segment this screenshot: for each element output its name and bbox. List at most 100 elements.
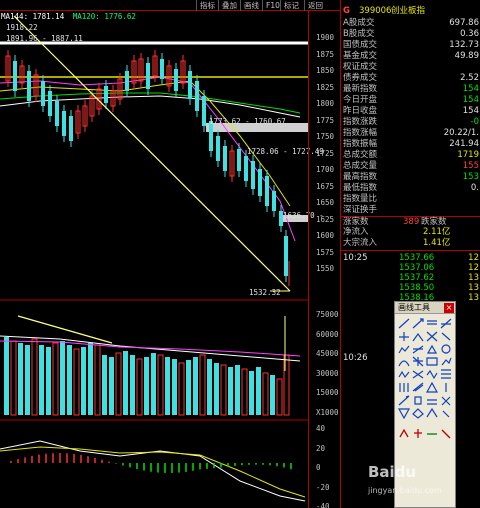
overlay-button[interactable]: 叠加 bbox=[218, 0, 240, 11]
drawing-tool-icon[interactable] bbox=[398, 382, 410, 393]
candle-body bbox=[272, 191, 276, 211]
candle-body bbox=[69, 116, 73, 141]
quote-value: 0. bbox=[470, 183, 479, 193]
tick-volume: 13 bbox=[468, 293, 479, 303]
quote-row: 国债成交 132.73 bbox=[341, 40, 480, 51]
drawing-tool-icon[interactable] bbox=[426, 382, 438, 393]
y-tick-label: 1675 bbox=[316, 181, 335, 191]
y-tick-label: 60000 bbox=[316, 329, 339, 339]
drawing-tool-icon[interactable] bbox=[412, 369, 424, 380]
quote-label: 总成交额 bbox=[343, 150, 378, 160]
quote-row: 指数涨幅 20.22/1. bbox=[341, 128, 480, 139]
mark-button[interactable]: 标记 bbox=[280, 0, 302, 11]
candle-body bbox=[174, 69, 178, 91]
drawing-tool-icon[interactable] bbox=[398, 344, 410, 355]
drawing-tool-icon[interactable] bbox=[440, 369, 452, 380]
drawing-tool-icon[interactable] bbox=[398, 318, 410, 329]
drawing-tool-icon[interactable] bbox=[412, 395, 424, 406]
axis-divider bbox=[308, 11, 309, 508]
volume-bar bbox=[88, 343, 93, 415]
volume-bar bbox=[136, 358, 143, 416]
drawing-tool-icon[interactable] bbox=[398, 356, 410, 367]
quote-label: 指数涨跌 bbox=[343, 117, 378, 127]
quote-value: 154 bbox=[462, 84, 479, 94]
volume-bar bbox=[39, 345, 44, 415]
candle-body bbox=[125, 71, 129, 91]
drawing-tool-icon[interactable] bbox=[426, 331, 438, 342]
quote-label: A股成交 bbox=[343, 18, 375, 28]
drawing-tool-icon[interactable] bbox=[440, 428, 452, 439]
drawing-tool-icon[interactable] bbox=[412, 344, 424, 355]
drawing-tool-icon[interactable] bbox=[426, 428, 438, 439]
drawing-tool-icon[interactable] bbox=[426, 395, 438, 406]
drawing-tool-icon[interactable] bbox=[398, 369, 410, 380]
kline-chart[interactable] bbox=[0, 11, 340, 508]
kline-chart-canvas bbox=[0, 15, 308, 502]
y-tick-label: 1725 bbox=[316, 148, 335, 158]
watermark-url: jingyan.baidu.com bbox=[368, 486, 442, 495]
quote-row: 最高指数 153 bbox=[341, 172, 480, 183]
drawing-tool-icon[interactable] bbox=[440, 408, 452, 419]
drawing-tool-icon[interactable] bbox=[426, 318, 438, 329]
drawing-tool-icon[interactable] bbox=[426, 356, 438, 367]
volume-bar bbox=[46, 347, 51, 415]
range-top-label: 1891.96 - 1887.11 bbox=[6, 34, 83, 43]
drawing-tool-icon[interactable] bbox=[440, 331, 452, 342]
drawing-tool-icon[interactable] bbox=[398, 428, 410, 439]
big-inflow-label: 大宗流入 bbox=[343, 238, 378, 248]
quote-value: 241.94 bbox=[449, 139, 479, 149]
quote-label: 权证成交 bbox=[343, 62, 378, 72]
quote-value: 697.86 bbox=[449, 18, 479, 28]
candle-body bbox=[195, 81, 199, 111]
drawing-tool-icon[interactable] bbox=[412, 428, 424, 439]
quote-row: 指数量比 bbox=[341, 194, 480, 205]
quote-label: 指数量比 bbox=[343, 194, 378, 204]
drawing-tool-icon[interactable] bbox=[412, 318, 424, 329]
quote-label: 深证换手 bbox=[343, 205, 378, 215]
quote-value: 154 bbox=[462, 95, 479, 105]
quote-row: 指数振幅 241.94 bbox=[341, 139, 480, 150]
panel-header: G 399006 创业板指 bbox=[341, 6, 480, 17]
drawing-tool-icon[interactable] bbox=[398, 407, 410, 419]
close-icon[interactable]: × bbox=[444, 303, 454, 313]
y-tick-label: 30000 bbox=[316, 368, 339, 378]
drawing-tool-icon[interactable] bbox=[440, 356, 452, 367]
drawing-tool-icon[interactable] bbox=[426, 344, 438, 355]
draw-line-button[interactable]: 画线 bbox=[240, 0, 262, 11]
drawing-tool-icon[interactable] bbox=[412, 407, 424, 419]
drawing-tool-icon[interactable] bbox=[412, 382, 424, 393]
big-inflow-row: 大宗流入 1.41亿 bbox=[341, 238, 480, 249]
drawing-tool-icon[interactable] bbox=[440, 344, 452, 355]
volume-bar bbox=[207, 359, 212, 415]
low-price-label: 1532.32 bbox=[249, 288, 281, 297]
indicator-button[interactable]: 指标 bbox=[196, 0, 218, 11]
drawing-tool-icon[interactable] bbox=[412, 331, 424, 342]
quote-label: 基金成交 bbox=[343, 51, 378, 61]
candle-body bbox=[244, 156, 248, 181]
volume-bar bbox=[81, 347, 86, 415]
volume-bar bbox=[172, 359, 177, 415]
range-mid-label: 1773.62 - 1760.67 bbox=[209, 117, 286, 126]
quote-row: 总成交额 1719 bbox=[341, 150, 480, 161]
y-tick-label: 0 bbox=[316, 463, 321, 472]
drawing-tool-icon[interactable] bbox=[440, 395, 452, 406]
y-tick-label: 1875 bbox=[316, 49, 335, 59]
drawing-tool-icon[interactable] bbox=[426, 369, 438, 380]
drawing-tool-icon[interactable] bbox=[398, 395, 410, 406]
volume-bar bbox=[10, 340, 17, 416]
quote-label: B股成交 bbox=[343, 29, 375, 39]
drawing-tool-icon[interactable] bbox=[412, 356, 424, 367]
volume-bar bbox=[270, 375, 275, 415]
quote-label: 最低指数 bbox=[343, 183, 378, 193]
volume-bar bbox=[94, 344, 101, 416]
quote-row: 最新指数 154 bbox=[341, 84, 480, 95]
quote-value: 132.73 bbox=[449, 40, 479, 50]
drawing-tool-icon[interactable] bbox=[398, 331, 410, 342]
chart-toolbar: 指标 叠加 画线 F10 标记 返回 bbox=[0, 0, 340, 11]
y-tick-label: 15000 bbox=[316, 388, 339, 398]
drawing-tool-icon[interactable] bbox=[440, 382, 452, 393]
back-button[interactable]: 返回 bbox=[304, 0, 326, 11]
drawing-tool-icon[interactable] bbox=[440, 318, 452, 329]
drawing-tool-icon[interactable] bbox=[426, 407, 438, 419]
range-low-label: 1728.06 - 1727.49 bbox=[247, 147, 324, 156]
